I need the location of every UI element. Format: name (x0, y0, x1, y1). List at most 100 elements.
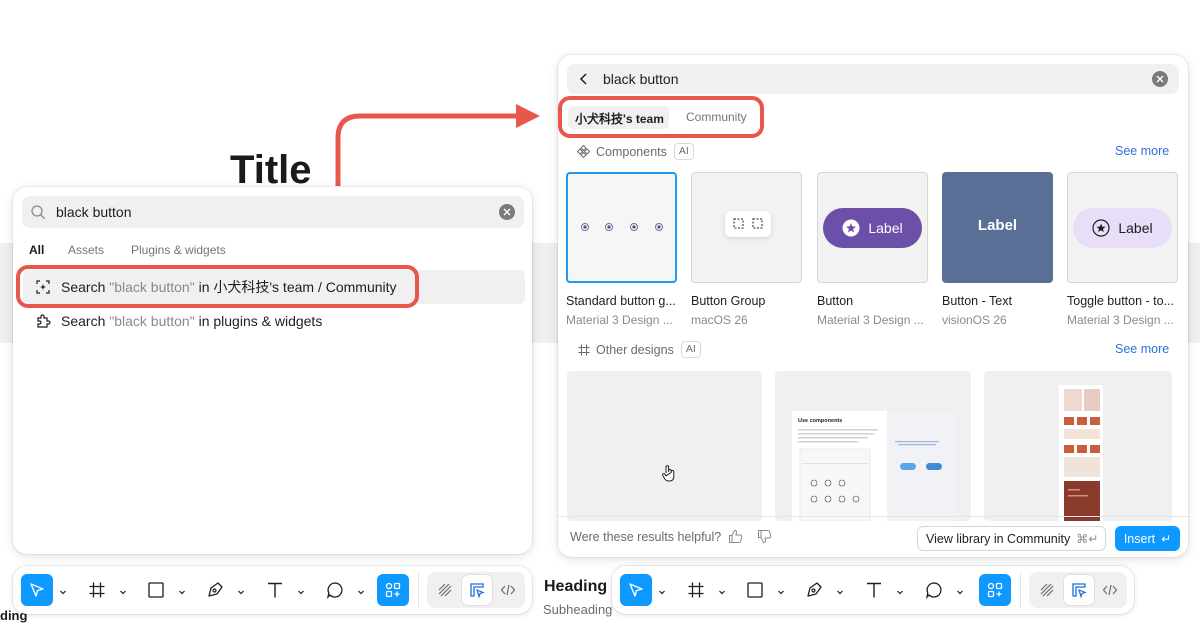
result-query: "black button" (109, 313, 195, 329)
thumbs-up-icon[interactable] (728, 529, 743, 544)
dev-mode-button[interactable] (493, 575, 523, 605)
ai-search-icon (33, 279, 53, 295)
dev-mode-button[interactable] (1095, 575, 1125, 605)
view-library-label: View library in Community (926, 531, 1071, 546)
chevron-down-icon[interactable] (177, 584, 187, 595)
pen-icon (206, 581, 224, 599)
assets-search-panel: black button 小犬科技's team Community Compo… (558, 55, 1188, 557)
other-designs-label: Other designs (596, 342, 674, 357)
scope-tab-community[interactable]: Community (686, 110, 747, 124)
component-card-subtitle: Material 3 Design ... (817, 313, 924, 327)
thumbnail-heading: Use components (798, 418, 843, 424)
move-tool-button[interactable] (620, 574, 652, 606)
chevron-down-icon[interactable] (835, 584, 845, 595)
frame-tool-button[interactable] (81, 574, 113, 606)
components-section-header: Components AI (577, 143, 694, 160)
result-search-plugins[interactable]: Search "black button" in plugins & widge… (23, 304, 525, 338)
toolbar-divider (418, 572, 419, 608)
shortcut-hint: ⌘↵ (1076, 531, 1099, 546)
draw-squiggle-icon (436, 581, 454, 599)
hash-frame-icon (578, 344, 590, 356)
pen-tool-button[interactable] (199, 574, 231, 606)
chevron-down-icon[interactable] (118, 584, 128, 595)
component-card-title: Button Group (691, 294, 766, 308)
design-mode-button[interactable] (1064, 575, 1094, 605)
chevron-down-icon[interactable] (657, 584, 667, 595)
preview-label: Label (1118, 220, 1153, 236)
search-icon (30, 204, 46, 220)
pen-icon (805, 581, 823, 599)
move-tool-button[interactable] (21, 574, 53, 606)
other-designs-section-header: Other designs AI (578, 341, 701, 358)
hash-frame-icon (88, 581, 106, 599)
component-card-subtitle: Material 3 Design ... (566, 313, 673, 327)
component-card-title: Button - Text (942, 294, 1012, 308)
assets-search-bar[interactable]: black button (567, 64, 1179, 94)
cursor-arrow-icon (628, 582, 644, 598)
chevron-down-icon[interactable] (955, 584, 965, 595)
component-card-subtitle: macOS 26 (691, 313, 748, 327)
result-suffix: in plugins & widgets (198, 313, 323, 329)
design-thumbnail-2[interactable]: Use components (775, 371, 971, 521)
other-designs-see-more-link[interactable]: See more (1115, 342, 1169, 356)
component-icon (577, 145, 590, 158)
chevron-down-icon[interactable] (236, 584, 246, 595)
tab-plugins-widgets[interactable]: Plugins & widgets (131, 243, 226, 257)
clear-search-icon[interactable] (1152, 71, 1168, 87)
frame-tool-button[interactable] (680, 574, 712, 606)
result-query: "black button" (109, 279, 195, 295)
component-card-subtitle: visionOS 26 (942, 313, 1007, 327)
canvas-heading-text: Heading (544, 578, 608, 595)
rectangle-tool-button[interactable] (739, 574, 771, 606)
result-prefix: Search (61, 279, 106, 295)
text-tool-button[interactable] (259, 574, 291, 606)
thumbs-down-icon[interactable] (757, 529, 772, 544)
design-mode-button[interactable] (462, 575, 492, 605)
toolbar-divider (1020, 572, 1021, 608)
assets-tool-button[interactable] (979, 574, 1011, 606)
code-brackets-icon (1101, 581, 1119, 599)
component-card-button-text[interactable]: Label (942, 172, 1053, 283)
rectangle-icon (746, 581, 764, 599)
component-card-button[interactable]: Label (817, 172, 928, 283)
component-card-button-group[interactable] (691, 172, 802, 283)
code-brackets-icon (499, 581, 517, 599)
comment-tool-button[interactable] (918, 574, 950, 606)
search-input[interactable]: black button (56, 204, 132, 220)
clear-search-icon[interactable] (499, 204, 515, 220)
assets-search-input[interactable]: black button (603, 71, 679, 87)
canvas-subheading-text: Subheading (543, 602, 613, 617)
components-see-more-link[interactable]: See more (1115, 144, 1169, 158)
bottom-toolbar-left (13, 566, 532, 614)
m3-tonal-button-preview: Label (1073, 208, 1172, 248)
component-card-toggle-button[interactable]: Label (1067, 172, 1178, 283)
component-card-title: Button (817, 294, 854, 308)
search-bar[interactable]: black button (22, 196, 524, 228)
chevron-down-icon[interactable] (895, 584, 905, 595)
chevron-down-icon[interactable] (58, 584, 68, 595)
tab-all[interactable]: All (29, 243, 44, 257)
chevron-down-icon[interactable] (356, 584, 366, 595)
result-search-team-community[interactable]: Search "black button" in 小犬科技's team / C… (23, 270, 525, 304)
chevron-down-icon[interactable] (296, 584, 306, 595)
cursor-arrow-icon (29, 582, 45, 598)
component-card-standard-button-group[interactable] (566, 172, 677, 283)
insert-button[interactable]: Insert ↵ (1115, 526, 1180, 551)
tab-assets[interactable]: Assets (68, 243, 104, 257)
chevron-down-icon[interactable] (717, 584, 727, 595)
rectangle-tool-button[interactable] (140, 574, 172, 606)
pen-tool-button[interactable] (798, 574, 830, 606)
back-arrow-icon[interactable] (579, 73, 589, 85)
design-thumbnail-1[interactable] (567, 371, 762, 521)
hand-cursor-icon (661, 464, 677, 484)
view-library-button[interactable]: View library in Community ⌘↵ (917, 526, 1106, 551)
chevron-down-icon[interactable] (776, 584, 786, 595)
text-tool-button[interactable] (858, 574, 890, 606)
comment-tool-button[interactable] (319, 574, 351, 606)
draw-squiggle-icon (1038, 581, 1056, 599)
draw-mode-button[interactable] (1032, 575, 1062, 605)
scope-tab-team[interactable]: 小犬科技's team (575, 110, 664, 127)
design-thumbnail-3[interactable] (984, 371, 1172, 521)
draw-mode-button[interactable] (430, 575, 460, 605)
assets-tool-button[interactable] (377, 574, 409, 606)
